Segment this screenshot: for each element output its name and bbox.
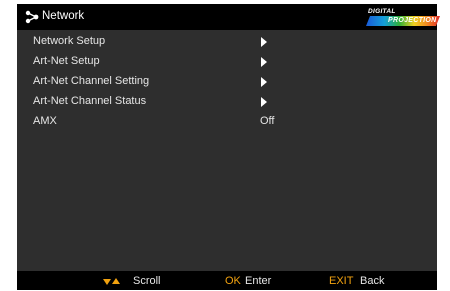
ok-key-label: OK [225, 275, 241, 287]
submenu-arrow-icon [261, 97, 267, 107]
menu-item-label: Art-Net Channel Status [33, 95, 147, 107]
submenu-arrow-icon [261, 37, 267, 47]
menu-item-art-net-channel-status[interactable]: Art-Net Channel Status [17, 92, 437, 112]
logo-line-2: PROJECTION [388, 17, 437, 24]
digital-projection-logo: DIGITAL PROJECTION [366, 8, 440, 26]
menu-item-art-net-setup[interactable]: Art-Net Setup [17, 52, 437, 72]
logo-line-1: DIGITAL [368, 8, 396, 15]
menu-item-amx[interactable]: AMX Off [17, 112, 437, 132]
exit-key-label: EXIT [329, 275, 354, 287]
scroll-hint-label: Scroll [133, 275, 161, 287]
menu-title: Network [42, 10, 85, 22]
arrow-down-icon [103, 279, 111, 285]
menu-header: Network DIGITAL PROJECTION [17, 4, 440, 30]
menu-item-art-net-channel-setting[interactable]: Art-Net Channel Setting [17, 72, 437, 92]
menu-item-network-setup[interactable]: Network Setup [17, 32, 437, 52]
submenu-arrow-icon [261, 77, 267, 87]
amx-value[interactable]: Off [260, 115, 274, 127]
network-icon [25, 10, 39, 24]
osd-menu-panel: Network DIGITAL PROJECTION Network Setup… [17, 4, 440, 290]
enter-hint-label: Enter [245, 275, 272, 287]
submenu-arrow-icon [261, 57, 267, 67]
menu-item-label: Network Setup [33, 35, 106, 47]
menu-item-label: Art-Net Channel Setting [33, 75, 150, 87]
back-hint-label: Back [360, 275, 385, 287]
menu-item-label: AMX [33, 115, 57, 127]
menu-item-label: Art-Net Setup [33, 55, 100, 67]
arrow-up-icon [112, 278, 120, 284]
footer-key-hints: Scroll OK Enter EXIT Back [17, 271, 437, 290]
